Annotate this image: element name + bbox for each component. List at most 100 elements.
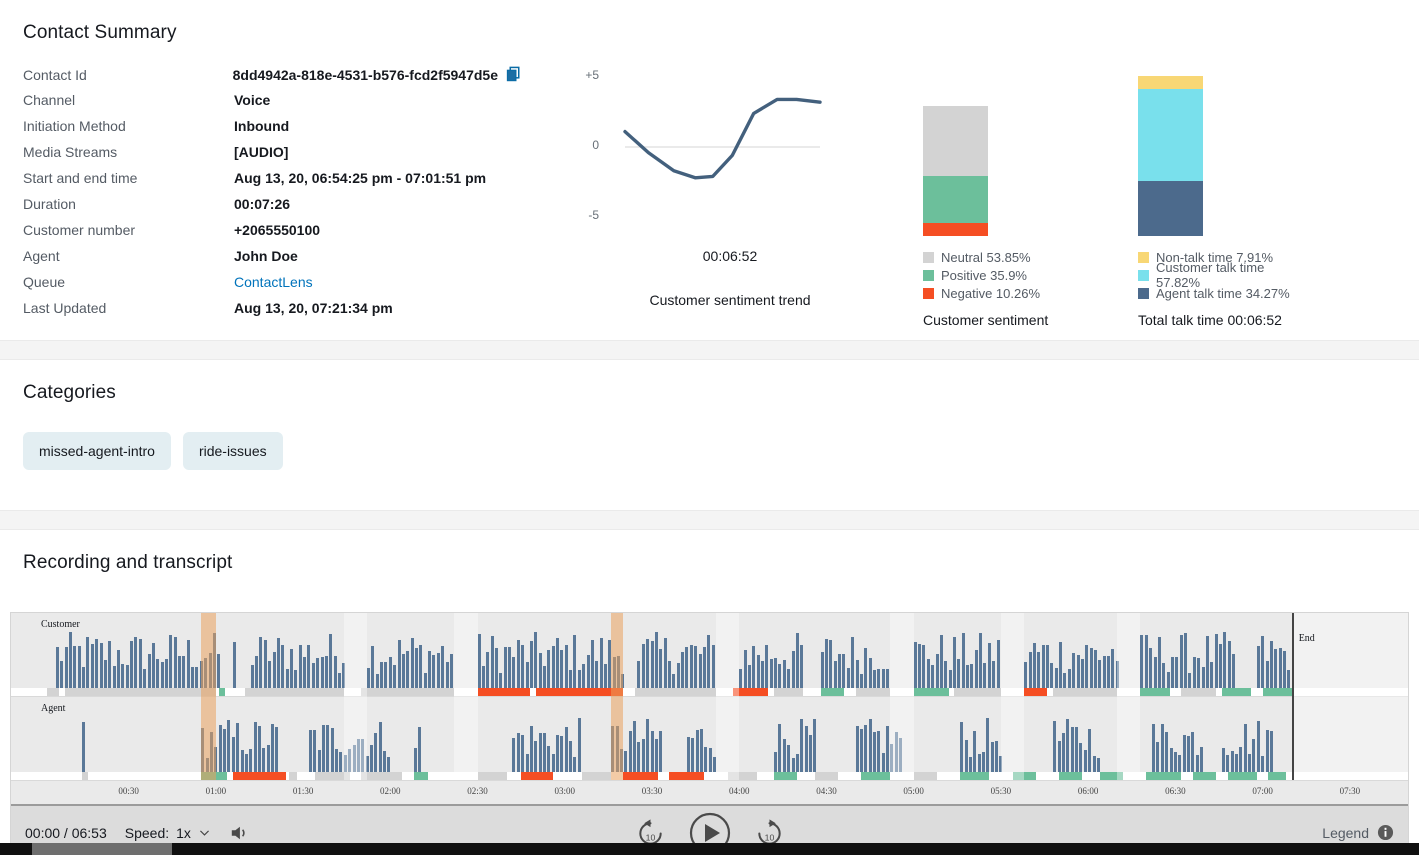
speed-label: Speed: xyxy=(125,825,169,841)
waveform-highlight-region-2 xyxy=(611,613,623,780)
talk-time-stack xyxy=(1138,76,1203,236)
stack-segment xyxy=(1138,89,1203,182)
axis-tick-label: 07:00 xyxy=(1252,786,1273,796)
talk-time-caption: Total talk time 00:06:52 xyxy=(1138,312,1308,328)
legend-control[interactable]: Legend xyxy=(1322,824,1394,841)
axis-tick-label: 06:00 xyxy=(1078,786,1099,796)
summary-field-link[interactable]: ContactLens xyxy=(234,274,313,290)
speed-control[interactable]: Speed: 1x xyxy=(125,825,211,841)
waveform-area[interactable]: Customer Agent End xyxy=(11,613,1408,780)
legend-label: Negative 10.26% xyxy=(941,286,1040,301)
axis-tick-label: 04:00 xyxy=(729,786,750,796)
stack-segment xyxy=(1138,76,1203,89)
categories-title: Categories xyxy=(23,382,1419,404)
summary-field-label: Start and end time xyxy=(23,170,234,186)
categories-section: Categories missed-agent-intro ride-issues xyxy=(0,360,1419,510)
summary-row: QueueContactLens xyxy=(23,274,523,300)
stack-segment xyxy=(923,223,988,236)
trend-ytick-high: +5 xyxy=(585,68,599,82)
summary-field-value: Aug 13, 20, 06:54:25 pm - 07:01:51 pm xyxy=(234,170,486,186)
waveform-silence-band xyxy=(454,613,477,780)
legend-item: Negative 10.26% xyxy=(923,284,1093,302)
axis-tick-label: 03:00 xyxy=(555,786,576,796)
contact-summary-section: Contact Summary Contact Id8dd4942a-818e-… xyxy=(0,0,1419,340)
legend-swatch xyxy=(1138,288,1149,299)
lane-label-agent: Agent xyxy=(41,703,65,714)
sentiment-legend: Neutral 53.85% Positive 35.9% Negative 10.… xyxy=(923,248,1093,302)
time-display: 00:00 / 06:53 xyxy=(25,825,107,841)
waveform-silence-band xyxy=(1001,613,1024,780)
axis-tick-label: 04:30 xyxy=(816,786,837,796)
legend-swatch xyxy=(923,252,934,263)
summary-field-value: Aug 13, 20, 07:21:34 pm xyxy=(234,300,393,316)
summary-field-label: Contact Id xyxy=(23,67,233,83)
section-divider-2 xyxy=(0,510,1419,530)
axis-tick-label: 05:00 xyxy=(903,786,924,796)
summary-field-value: 8dd4942a-818e-4531-b576-fcd2f5947d5e xyxy=(233,66,523,83)
summary-row: Contact Id8dd4942a-818e-4531-b576-fcd2f5… xyxy=(23,66,523,92)
speed-value: 1x xyxy=(176,825,191,841)
summary-field-label: Agent xyxy=(23,248,234,264)
info-icon[interactable] xyxy=(1377,824,1394,841)
summary-row: AgentJohn Doe xyxy=(23,248,523,274)
summary-field-value: +2065550100 xyxy=(234,222,320,238)
waveform-shading xyxy=(11,613,1408,780)
category-chip[interactable]: ride-issues xyxy=(183,432,283,470)
axis-tick-label: 02:30 xyxy=(467,786,488,796)
audio-player: Customer Agent End 00:3001:0001:3002 xyxy=(10,612,1409,855)
trend-ytick-low: -5 xyxy=(588,208,599,222)
legend-item: Neutral 53.85% xyxy=(923,248,1093,266)
timeline-axis[interactable]: 00:30 01:00 01:30 02:00 02:30 03:00 03:30 04:00… xyxy=(11,780,1408,804)
summary-row: ChannelVoice xyxy=(23,92,523,118)
svg-text:10: 10 xyxy=(764,832,774,842)
summary-field-value: [AUDIO] xyxy=(234,144,288,160)
legend-label: Legend xyxy=(1322,825,1369,841)
summary-field-label: Queue xyxy=(23,274,234,290)
legend-swatch xyxy=(1138,252,1149,263)
stack-segment xyxy=(923,176,988,223)
summary-field-value: 00:07:26 xyxy=(234,196,290,212)
summary-field-label: Last Updated xyxy=(23,300,234,316)
contact-summary-table: Contact Id8dd4942a-818e-4531-b576-fcd2f5… xyxy=(23,66,523,326)
chevron-down-icon[interactable] xyxy=(198,826,211,839)
lane-label-customer: Customer xyxy=(41,619,80,630)
copy-icon[interactable] xyxy=(506,66,523,83)
summary-row: Duration00:07:26 xyxy=(23,196,523,222)
sentiment-stack xyxy=(923,106,988,236)
legend-label: Neutral 53.85% xyxy=(941,250,1031,265)
axis-tick-label: 01:30 xyxy=(293,786,314,796)
axis-tick-label: 05:30 xyxy=(991,786,1012,796)
customer-sentiment-trend-chart: +5 0 -5 00:06:52 Customer sentiment tren… xyxy=(605,62,855,308)
legend-item: Customer talk time 57.82% xyxy=(1138,266,1308,284)
scrollbar-thumb[interactable] xyxy=(32,843,172,855)
legend-swatch xyxy=(923,270,934,281)
legend-swatch xyxy=(1138,270,1149,281)
svg-text:10: 10 xyxy=(645,832,655,842)
end-marker-line xyxy=(1292,613,1294,780)
summary-field-value: John Doe xyxy=(234,248,298,264)
axis-tick-label: 03:30 xyxy=(642,786,663,796)
waveform-silence-band xyxy=(716,613,739,780)
contact-trace-record-page: Contact Summary Contact Id8dd4942a-818e-… xyxy=(0,0,1419,855)
axis-tick-label: 00:30 xyxy=(118,786,139,796)
summary-field-label: Duration xyxy=(23,196,234,212)
legend-item: Positive 35.9% xyxy=(923,266,1093,284)
horizontal-scrollbar[interactable] xyxy=(0,843,1419,855)
legend-label: Positive 35.9% xyxy=(941,268,1027,283)
sentiment-caption: Customer sentiment xyxy=(923,312,1093,328)
axis-tick-label: 01:00 xyxy=(206,786,227,796)
summary-row: Start and end timeAug 13, 20, 06:54:25 p… xyxy=(23,170,523,196)
summary-row: Initiation MethodInbound xyxy=(23,118,523,144)
summary-row: Last UpdatedAug 13, 20, 07:21:34 pm xyxy=(23,300,523,326)
trend-title: Customer sentiment trend xyxy=(605,292,855,308)
axis-tick-label: 06:30 xyxy=(1165,786,1186,796)
waveform-silence-band xyxy=(890,613,913,780)
volume-icon[interactable] xyxy=(229,824,249,842)
legend-swatch xyxy=(923,288,934,299)
axis-tick-label: 02:00 xyxy=(380,786,401,796)
summary-row: Customer number+2065550100 xyxy=(23,222,523,248)
summary-field-value: Inbound xyxy=(234,118,289,134)
category-chip[interactable]: missed-agent-intro xyxy=(23,432,171,470)
customer-sentiment-bar-chart: Neutral 53.85% Positive 35.9% Negative 10.… xyxy=(923,66,1093,328)
legend-item: Agent talk time 34.27% xyxy=(1138,284,1308,302)
